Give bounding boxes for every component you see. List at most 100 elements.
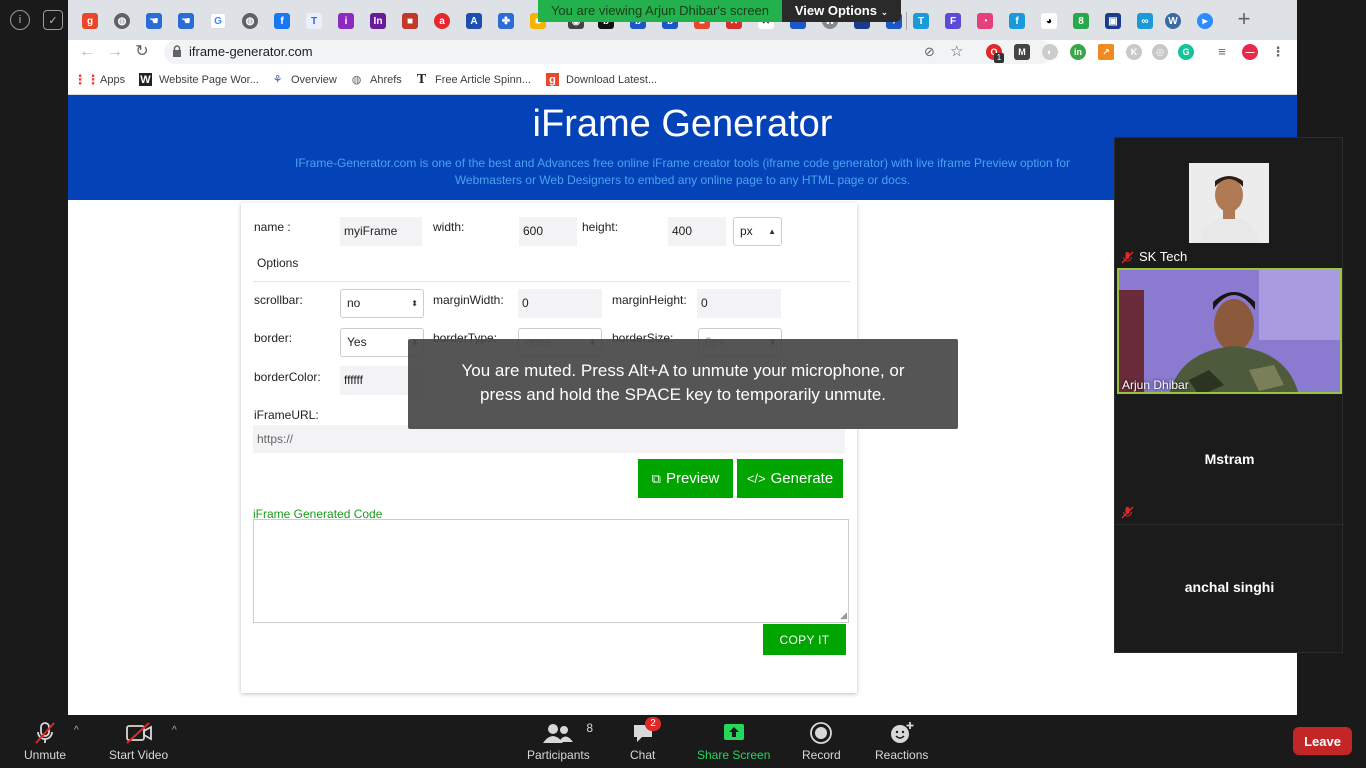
tab-favicon-red-icon[interactable]: ■ [402,13,418,29]
unit-select[interactable]: px ▲ [733,217,782,246]
leave-button[interactable]: Leave [1293,727,1352,755]
generate-button-label: Generate [770,470,834,487]
bookmark-apps[interactable]: ⋮⋮ Apps [73,71,126,87]
page-title: iFrame Generator [532,103,833,145]
left-gutter: i ✓ [0,0,68,715]
tab-favicon-icon[interactable]: 8 [1073,13,1089,29]
tab-favicon-i-icon[interactable]: i [338,13,354,29]
hero-banner: iFrame Generator IFrame-Generator.com is… [68,95,1297,200]
profile-avatar[interactable]: — [1242,44,1258,60]
tab-favicon-paw-icon[interactable]: ✤ [498,13,514,29]
tab-separator [906,12,907,30]
screen-share-banner-text: You are viewing Arjun Dhibar's screen [538,0,782,22]
preview-button[interactable]: ⧉ Preview [638,459,733,498]
smiley-plus-icon [889,721,915,745]
resize-handle-icon[interactable]: ◢ [840,610,847,621]
scrollbar-select[interactable]: no ⬍ [340,289,424,318]
participant-name: Mstram [1204,451,1255,467]
extension-icon[interactable]: ◐ [1042,44,1058,60]
extension-m-icon[interactable]: M [1014,44,1030,60]
margin-width-input[interactable]: 0 [518,289,602,318]
copy-button[interactable]: COPY IT [763,624,846,655]
tab-favicon-a-icon[interactable]: a [434,13,450,29]
unmute-label: Unmute [24,748,67,762]
address-bar[interactable]: iframe-generator.com ⊘ ☆ [164,40,1052,64]
site-settings-icon[interactable]: ⊘ [924,44,935,60]
tab-favicon-icon[interactable]: ◔ [977,13,993,29]
tab-favicon-in-icon[interactable]: In [370,13,386,29]
tab-favicon-panda-icon[interactable]: ◕ [1041,13,1057,29]
reload-button[interactable]: ↻ [133,43,151,61]
tab-favicon-g-icon[interactable]: g [82,13,98,29]
external-link-icon: ⧉ [651,470,661,486]
chevron-down-icon: ⌄ [880,7,889,17]
record-button[interactable]: Record [802,721,841,762]
back-button[interactable]: ← [78,43,96,61]
reading-list-icon[interactable]: ≡ [1214,44,1230,60]
menu-kebab-icon[interactable]: ⋮ [1270,44,1286,60]
bookmark-overview[interactable]: ⚘ Overview [271,73,337,87]
record-icon [809,721,833,745]
active-speaker-video[interactable]: Arjun Dhibar [1117,268,1342,394]
shield-icon[interactable]: ✓ [43,10,63,30]
extension-icon[interactable]: ↗ [1098,44,1114,60]
generated-code-textarea[interactable]: ◢ [253,519,849,623]
tab-favicon-globe-icon[interactable]: ◍ [114,13,130,29]
info-icon[interactable]: i [10,10,30,30]
bookmark-article-spinner[interactable]: T Free Article Spinn... [415,72,531,87]
tab-favicon-f-icon[interactable]: f [1009,13,1025,29]
code-icon: </> [746,471,766,486]
extension-k-icon[interactable]: K [1126,44,1142,60]
participant-name: anchal singhi [1184,579,1275,595]
scrollbar-select-value: no [347,296,361,310]
select-arrows-icon: ▲ [768,227,776,236]
unmute-button[interactable]: Unmute [24,721,66,762]
margin-height-input[interactable]: 0 [697,289,781,318]
bookmark-label: Apps [100,73,126,86]
tab-favicon-facebook-icon[interactable]: f [274,13,290,29]
share-screen-button[interactable]: Share Screen [697,721,770,762]
iframe-url-input[interactable]: https:// [253,425,845,453]
participants-icon: 8 [542,721,593,745]
apps-grid-icon: ⋮⋮ [73,71,100,87]
tab-favicon-hand-icon[interactable]: ☚ [178,13,194,29]
tab-favicon-icon[interactable]: ▣ [1105,13,1121,29]
extension-icon[interactable]: in [1070,44,1086,60]
forward-button[interactable]: → [106,43,124,61]
tab-favicon-f-icon[interactable]: F [945,13,961,29]
generate-button[interactable]: </> Generate [737,459,843,498]
bookmark-label: Overview [291,73,337,86]
tab-favicon-google-icon[interactable]: G [210,13,226,29]
name-input[interactable]: myiFrame [340,217,422,246]
width-input[interactable]: 600 [519,217,577,246]
start-video-button[interactable]: Start Video [109,721,168,762]
start-video-label: Start Video [109,748,169,762]
meeting-controls-bar: Unmute ^ Start Video ^ 8 Participants Ch… [0,715,1366,768]
share-screen-label: Share Screen [697,748,771,762]
bookmark-star-icon[interactable]: ☆ [950,42,963,60]
page-subtitle: IFrame-Generator.com is one of the best … [268,155,1097,189]
video-options-caret-icon[interactable]: ^ [172,725,177,736]
select-arrows-icon: ⬍ [411,299,418,308]
audio-options-caret-icon[interactable]: ^ [74,725,79,736]
tab-favicon-zoom-icon[interactable]: ▸ [1197,13,1213,29]
extension-icon[interactable]: ◎ [1152,44,1168,60]
tab-favicon-globe-icon[interactable]: ◍ [242,13,258,29]
reactions-button[interactable]: Reactions [875,721,928,762]
tab-favicon-t-icon[interactable]: T [913,13,929,29]
tab-favicon-wordpress-icon[interactable]: W [1165,13,1181,29]
bookmark-download-latest[interactable]: g Download Latest... [546,73,657,86]
grammarly-icon[interactable]: G [1178,44,1194,60]
new-tab-button[interactable]: + [1233,8,1255,30]
participants-button[interactable]: 8 Participants [527,721,593,762]
view-options-button[interactable]: View Options ⌄ [782,0,901,22]
tab-favicon-t-icon[interactable]: T [306,13,322,29]
bookmark-website-page[interactable]: W Website Page Wor... [139,73,259,86]
bookmark-ahrefs[interactable]: ◍ Ahrefs [350,73,402,87]
bookmark-label: Download Latest... [566,73,658,86]
tab-favicon-a-icon[interactable]: A [466,13,482,29]
height-input[interactable]: 400 [668,217,726,246]
options-divider [253,281,850,282]
tab-favicon-hand-icon[interactable]: ☚ [146,13,162,29]
tab-favicon-icon[interactable]: ∞ [1137,13,1153,29]
